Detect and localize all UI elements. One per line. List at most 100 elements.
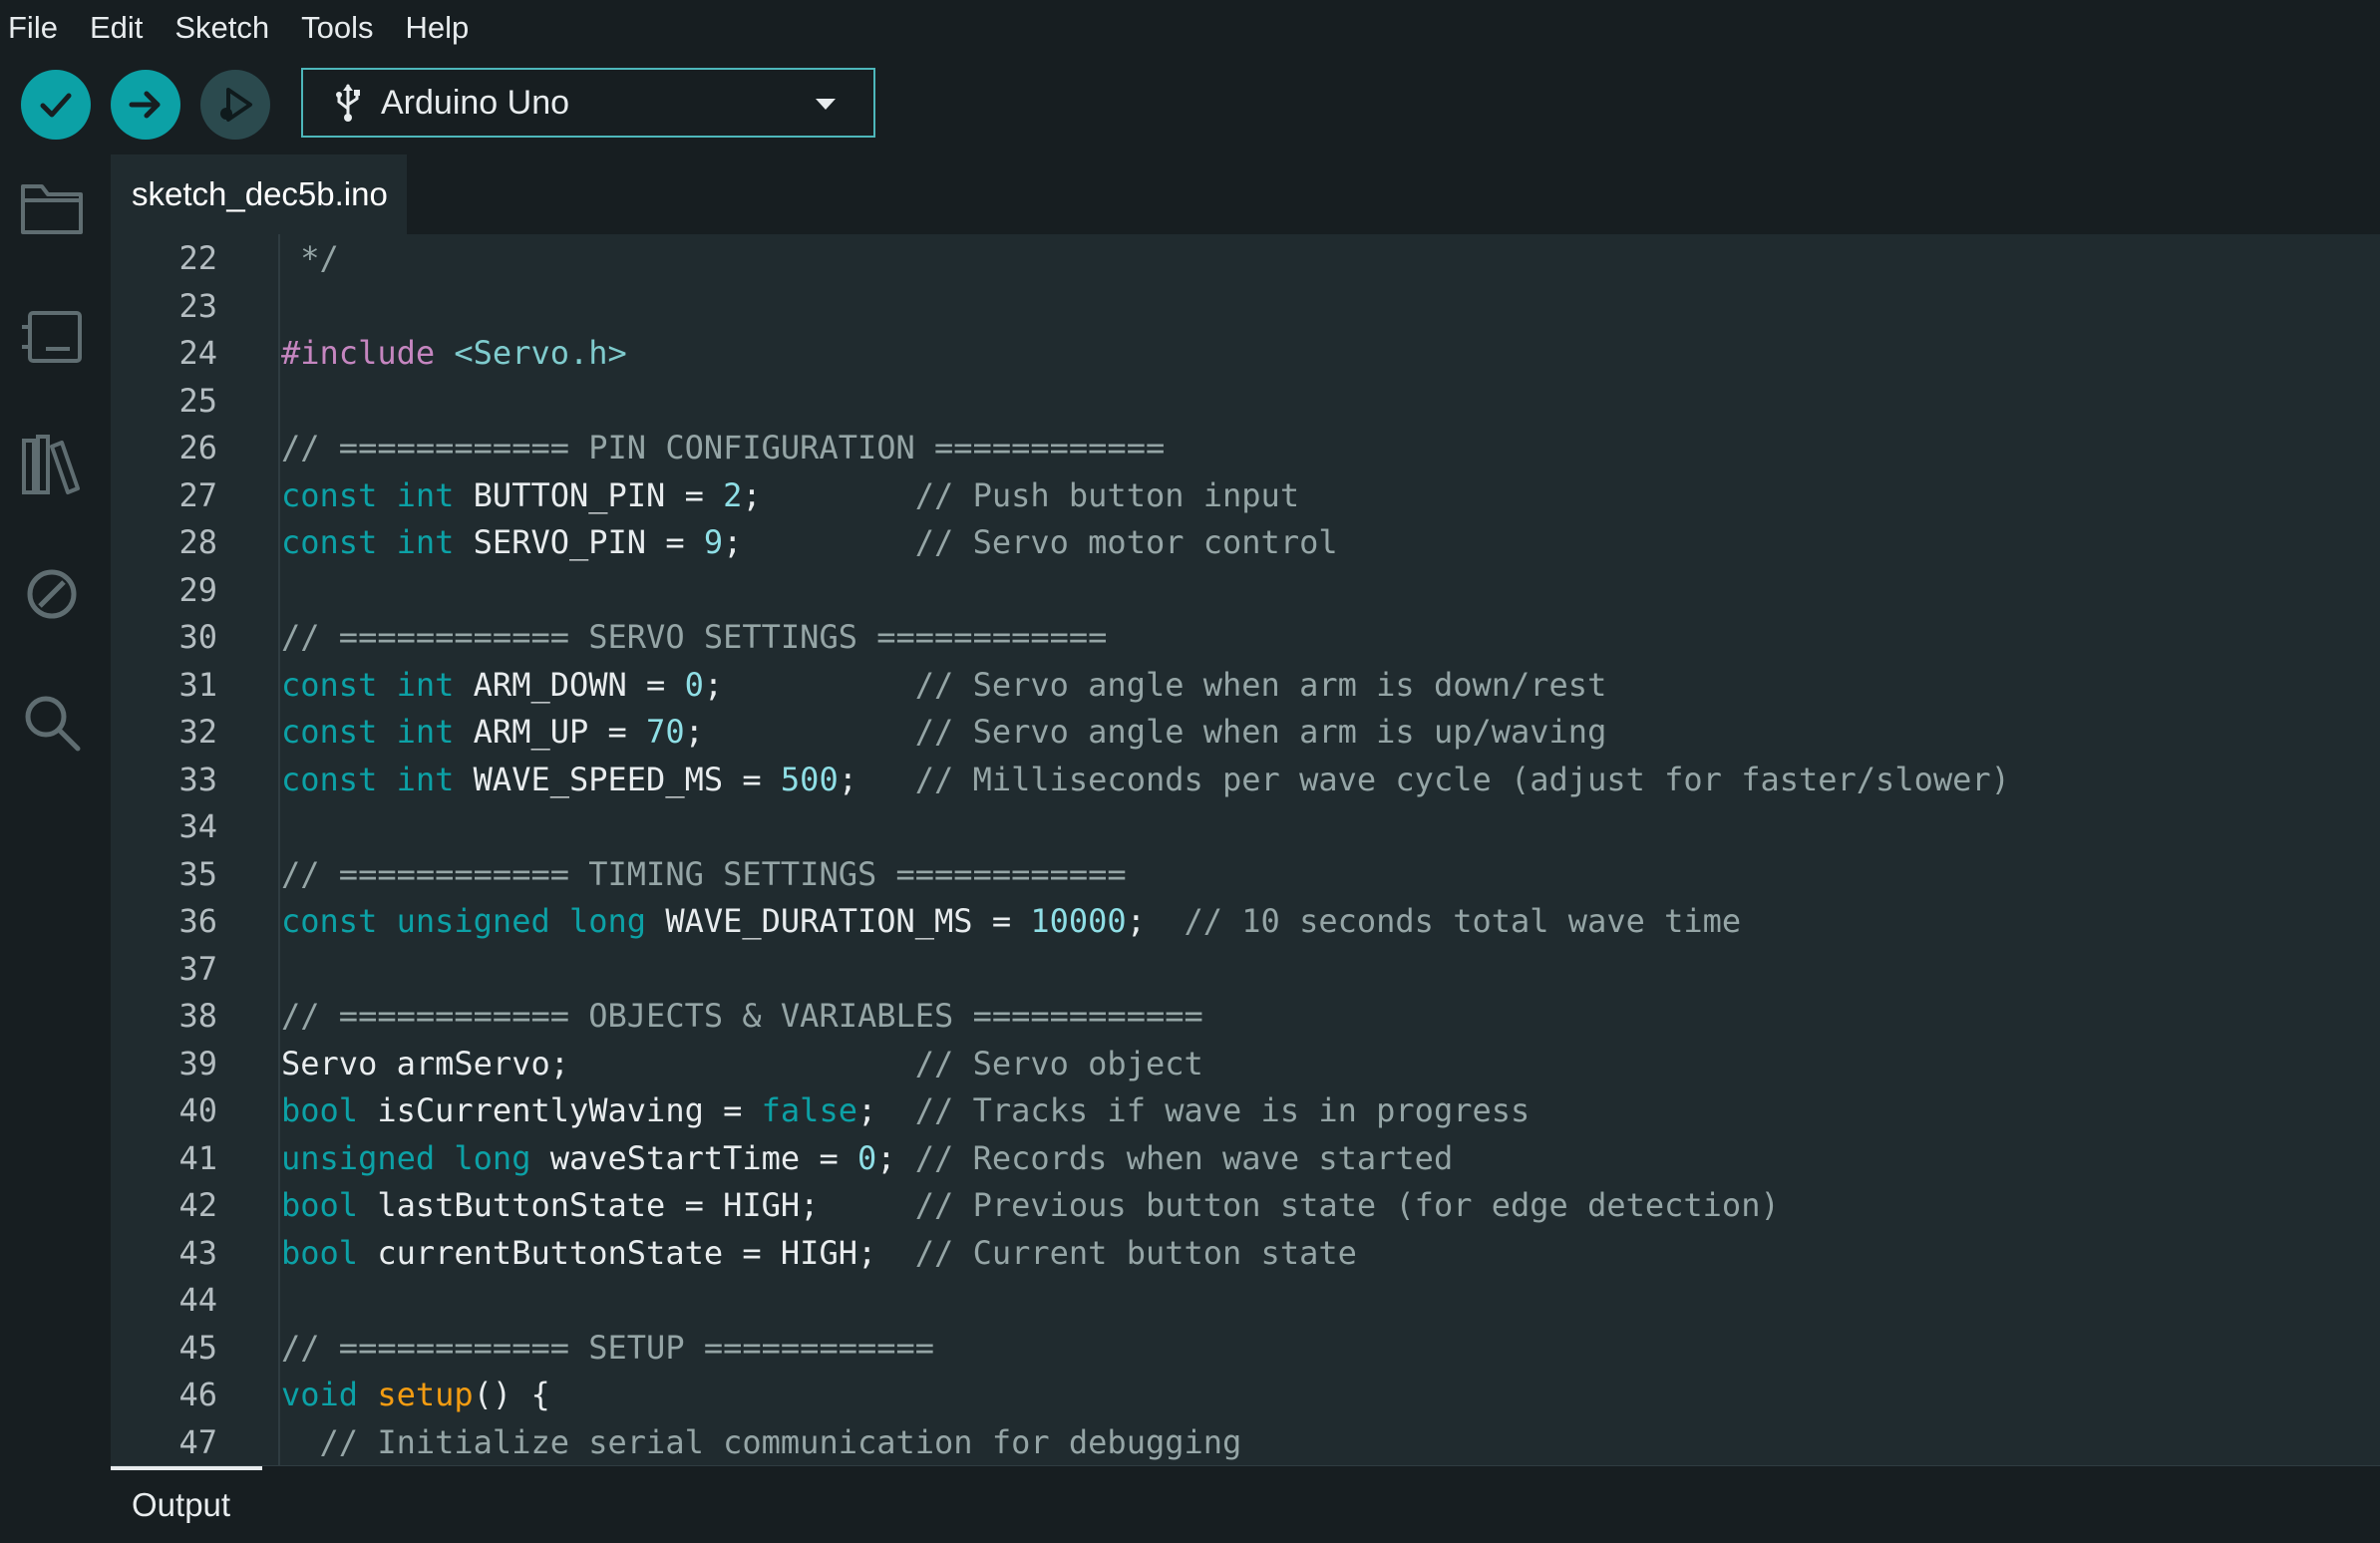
line-number: 47: [178, 1422, 217, 1461]
board-selector[interactable]: Arduino Uno: [301, 68, 875, 138]
code-line[interactable]: 47 // Initialize serial communication fo…: [111, 1419, 2380, 1466]
menu-sketch[interactable]: Sketch: [167, 6, 285, 50]
code-token: // Servo angle when arm is down/rest: [914, 665, 1607, 704]
code-line[interactable]: 28 const int SERVO_PIN = 9; // Servo moto…: [111, 519, 2380, 567]
code-editor[interactable]: 22 */23 24 #include <Servo.h> 25 26// ======…: [111, 234, 2380, 1465]
folder-icon: [21, 184, 83, 234]
code-token: unsigned: [281, 1138, 436, 1177]
code-line[interactable]: 31 const int ARM_DOWN = 0; // Servo angle…: [111, 662, 2380, 710]
code-text: // ============ SETUP ============: [281, 1325, 934, 1373]
code-line[interactable]: 38 // ============ OBJECTS & VARIABLES ==…: [111, 993, 2380, 1041]
library-manager-button[interactable]: [17, 431, 87, 500]
code-text: const unsigned long WAVE_DURATION_MS = 1…: [281, 898, 1741, 946]
code-token: isCurrentlyWaving =: [358, 1091, 762, 1129]
code-line[interactable]: 29: [111, 567, 2380, 615]
line-number: 34: [178, 807, 217, 845]
tab-sketch[interactable]: sketch_dec5b.ino: [111, 154, 407, 234]
line-number: 23: [178, 286, 217, 325]
code-line[interactable]: 43 bool currentButtonState = HIGH; // Cur…: [111, 1230, 2380, 1278]
line-number: 22: [178, 239, 217, 277]
code-token: const: [281, 902, 378, 940]
code-line[interactable]: 32 const int ARM_UP = 70; // Servo angle …: [111, 709, 2380, 757]
line-number: 41: [178, 1138, 217, 1177]
sketchbook-button[interactable]: [17, 173, 87, 243]
code-line[interactable]: 44: [111, 1277, 2380, 1325]
code-line[interactable]: 35 // ============ TIMING SETTINGS ======…: [111, 851, 2380, 899]
line-number: 45: [178, 1328, 217, 1367]
code-line[interactable]: 30 // ============ SERVO SETTINGS =======…: [111, 614, 2380, 662]
code-line[interactable]: 26 // ============ PIN CONFIGURATION ====…: [111, 425, 2380, 472]
code-text: const int WAVE_SPEED_MS = 500; // Millis…: [281, 757, 2010, 804]
code-line[interactable]: 37: [111, 946, 2380, 994]
code-text: // ============ OBJECTS & VARIABLES ====…: [281, 993, 1203, 1041]
code-token: // ============ OBJECTS & VARIABLES ====…: [281, 997, 1203, 1035]
code-token: 10000: [1030, 902, 1127, 940]
code-line[interactable]: 41 unsigned long waveStartTime = 0; // Re…: [111, 1135, 2380, 1183]
menu-help[interactable]: Help: [398, 6, 486, 50]
code-line[interactable]: 23: [111, 283, 2380, 331]
usb-icon: [333, 83, 363, 123]
menu-tools[interactable]: Tools: [293, 6, 389, 50]
code-token: // Tracks if wave is in progress: [914, 1091, 1530, 1129]
code-token: 70: [646, 713, 685, 751]
code-line[interactable]: 27 const int BUTTON_PIN = 2; // Push butt…: [111, 472, 2380, 520]
code-line[interactable]: 39 Servo armServo; // Servo object: [111, 1041, 2380, 1088]
code-token: false: [761, 1091, 857, 1129]
code-token: */: [281, 239, 339, 277]
code-token: int: [396, 760, 455, 798]
code-token: unsigned: [396, 902, 550, 940]
search-button[interactable]: [17, 688, 87, 758]
code-token: // Servo object: [914, 1044, 1203, 1082]
code-line[interactable]: 36 const unsigned long WAVE_DURATION_MS =…: [111, 898, 2380, 946]
code-text: */: [281, 235, 339, 283]
output-tab[interactable]: Output: [132, 1486, 230, 1524]
code-token: // Servo motor control: [914, 523, 1338, 561]
code-line[interactable]: 34: [111, 803, 2380, 851]
code-token: ;: [703, 665, 915, 704]
toolbar: Arduino Uno: [0, 55, 2380, 154]
code-token: int: [396, 665, 455, 704]
code-token: currentButtonState = HIGH;: [358, 1233, 915, 1272]
code-line[interactable]: 24 #include <Servo.h>: [111, 330, 2380, 378]
line-number: 35: [178, 854, 217, 893]
verify-button[interactable]: [21, 70, 91, 140]
upload-button[interactable]: [111, 70, 180, 140]
line-number: 33: [178, 760, 217, 798]
debug-button[interactable]: [200, 70, 270, 140]
code-line[interactable]: 42 bool lastButtonState = HIGH; // Previo…: [111, 1182, 2380, 1230]
no-entry-icon: [27, 569, 77, 619]
code-text: // ============ TIMING SETTINGS ========…: [281, 851, 1127, 899]
code-token: // Records when wave started: [914, 1138, 1454, 1177]
menu-edit[interactable]: Edit: [82, 6, 159, 50]
code-line[interactable]: 46 void setup() {: [111, 1372, 2380, 1419]
line-number: 24: [178, 334, 217, 372]
code-line[interactable]: 22 */: [111, 235, 2380, 283]
code-text: unsigned long waveStartTime = 0; // Reco…: [281, 1135, 1453, 1183]
code-line[interactable]: 25: [111, 378, 2380, 426]
code-token: BUTTON_PIN =: [454, 475, 724, 514]
code-token: ARM_DOWN =: [454, 665, 685, 704]
code-token: bool: [281, 1186, 359, 1224]
code-token: 2: [723, 475, 743, 514]
code-token: // ============ SETUP ============: [281, 1328, 935, 1367]
code-line[interactable]: 33 const int WAVE_SPEED_MS = 500; // Mill…: [111, 757, 2380, 804]
code-token: ;: [876, 1138, 915, 1177]
menu-file[interactable]: File: [0, 6, 74, 50]
code-line[interactable]: 40 bool isCurrentlyWaving = false; // Tra…: [111, 1087, 2380, 1135]
code-token: () {: [473, 1376, 550, 1413]
boards-manager-button[interactable]: [17, 302, 87, 372]
code-token: <Servo.h>: [454, 334, 627, 372]
code-text: // ============ SERVO SETTINGS =========…: [281, 614, 1107, 662]
code-token: #include: [281, 334, 436, 372]
code-token: void: [281, 1376, 359, 1413]
debug-panel-button[interactable]: [17, 559, 87, 629]
code-line[interactable]: 45 // ============ SETUP ============: [111, 1325, 2380, 1373]
code-token: // Push button input: [914, 475, 1300, 514]
